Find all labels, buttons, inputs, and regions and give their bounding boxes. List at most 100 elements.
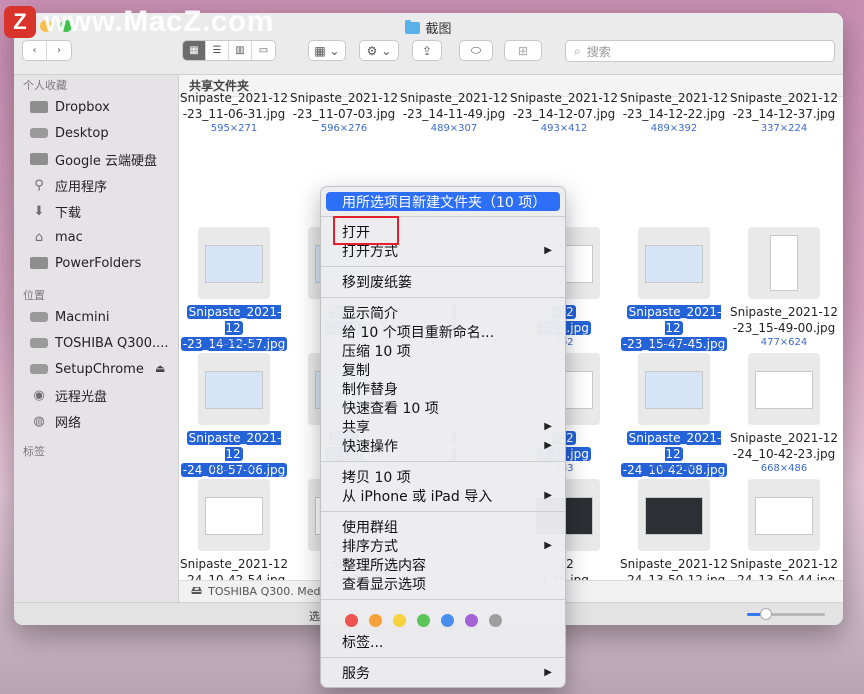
group-button[interactable]: ▦ ⌄ bbox=[308, 40, 346, 61]
file-dimensions: 493×412 bbox=[540, 123, 588, 134]
gallery-view-icon[interactable]: ▭ bbox=[252, 41, 275, 60]
file-dimensions: 668×486 bbox=[760, 463, 808, 474]
sidebar-item-mac[interactable]: ⌂ mac bbox=[30, 225, 83, 249]
sidebar-item-setupchrome[interactable]: SetupChrome bbox=[30, 357, 144, 381]
sidebar-item-google-drive[interactable]: Google 云端硬盘 bbox=[30, 147, 157, 171]
sidebar-item-downloads[interactable]: ⬇ 下载 bbox=[30, 199, 81, 223]
menu-sort-by[interactable]: 排序方式 ▶ bbox=[326, 536, 560, 555]
menu-use-groups[interactable]: 使用群组 bbox=[326, 517, 560, 536]
search-field[interactable]: ⌕ 搜索 bbox=[565, 40, 835, 62]
icon-view-icon[interactable]: ▦ bbox=[183, 41, 206, 60]
file-dimensions: 489×307 bbox=[430, 123, 478, 134]
tag-color-dot[interactable] bbox=[369, 614, 382, 627]
menu-move-to-trash[interactable]: 移到废纸篓 bbox=[326, 272, 560, 291]
share-button[interactable]: ⇪ bbox=[412, 40, 442, 61]
search-icon: ⌕ bbox=[574, 43, 581, 58]
file-name: Snipaste_2021-12 -23_15-49-00.jpg bbox=[729, 305, 838, 335]
file-name: Snipaste_2021-12 -23_14-11-49.jpg bbox=[399, 91, 508, 121]
menu-import-from-iphone[interactable]: 从 iPhone 或 iPad 导入 ▶ bbox=[326, 486, 560, 505]
path-text[interactable]: TOSHIBA Q300. Medi bbox=[208, 585, 323, 598]
menu-make-alias[interactable]: 制作替身 bbox=[326, 379, 560, 398]
file-dimensions: 357×371 bbox=[650, 337, 698, 348]
folder-icon bbox=[30, 257, 48, 269]
tag-color-dot[interactable] bbox=[393, 614, 406, 627]
computer-icon bbox=[30, 312, 48, 322]
file-thumbnail[interactable] bbox=[748, 227, 820, 299]
sidebar-item-remote-disc[interactable]: ◉ 远程光盘 bbox=[30, 383, 107, 407]
watermark-logo: Z bbox=[4, 6, 36, 38]
file-thumbnail[interactable] bbox=[748, 479, 820, 551]
gear-icon: ⚙ ⌄ bbox=[366, 43, 392, 58]
tag-color-dot[interactable] bbox=[465, 614, 478, 627]
sidebar-item-desktop[interactable]: Desktop bbox=[30, 121, 109, 145]
sidebar-item-dropbox[interactable]: Dropbox bbox=[30, 95, 110, 119]
download-icon: ⬇ bbox=[33, 203, 45, 219]
menu-share[interactable]: 共享 ▶ bbox=[326, 417, 560, 436]
sidebar-item-macmini[interactable]: Macmini bbox=[30, 305, 109, 329]
file-thumbnail[interactable] bbox=[198, 353, 270, 425]
menu-duplicate[interactable]: 复制 bbox=[326, 360, 560, 379]
file-name: Snipaste_2021-12 -23_11-06-31.jpg bbox=[179, 91, 288, 121]
menu-new-folder-with-selection[interactable]: 用所选项目新建文件夹（10 项） bbox=[326, 192, 560, 211]
folder-icon bbox=[30, 153, 48, 165]
menu-clean-up-selection[interactable]: 整理所选内容 bbox=[326, 555, 560, 574]
file-dimensions: 337×224 bbox=[760, 123, 808, 134]
file-thumbnail[interactable] bbox=[748, 353, 820, 425]
submenu-arrow-icon: ▶ bbox=[544, 490, 552, 501]
sidebar-item-network[interactable]: ◍ 网络 bbox=[30, 409, 81, 433]
menu-rename[interactable]: 给 10 个项目重新命名... bbox=[326, 322, 560, 341]
applications-icon: ⚲ bbox=[34, 177, 44, 193]
back-button[interactable]: ‹ bbox=[23, 41, 48, 60]
watermark-text: www.MacZ.com bbox=[44, 5, 274, 38]
group-icon: ▦ ⌄ bbox=[314, 43, 340, 58]
drive-icon: 🖴 bbox=[191, 584, 203, 597]
file-dimensions: 613×336 bbox=[210, 463, 258, 474]
tag-color-dot[interactable] bbox=[417, 614, 430, 627]
submenu-arrow-icon: ▶ bbox=[544, 667, 552, 678]
share-icon: ⇪ bbox=[421, 43, 433, 58]
menu-show-view-options[interactable]: 查看显示选项 bbox=[326, 574, 560, 593]
tag-color-dot[interactable] bbox=[489, 614, 502, 627]
file-name: Snipaste_2021-12 -23_11-07-03.jpg bbox=[289, 91, 398, 121]
file-thumbnail[interactable] bbox=[638, 353, 710, 425]
submenu-arrow-icon: ▶ bbox=[544, 440, 552, 451]
action-button[interactable]: ⚙ ⌄ bbox=[359, 40, 399, 61]
view-mode-control: ▦ ☰ ▥ ▭ bbox=[182, 40, 276, 61]
menu-compress[interactable]: 压缩 10 项 bbox=[326, 341, 560, 360]
file-thumbnail[interactable] bbox=[198, 479, 270, 551]
submenu-arrow-icon: ▶ bbox=[544, 540, 552, 551]
tag-color-dot[interactable] bbox=[441, 614, 454, 627]
new-folder-button[interactable]: ⊞ bbox=[504, 40, 542, 61]
locations-header: 位置 bbox=[23, 289, 45, 302]
disc-icon: ◉ bbox=[33, 387, 45, 403]
file-dimensions: 668×598 bbox=[650, 463, 698, 474]
menu-quick-look[interactable]: 快速查看 10 项 bbox=[326, 398, 560, 417]
sidebar-item-toshiba[interactable]: TOSHIBA Q300.... bbox=[30, 331, 169, 355]
status-text: 选 bbox=[309, 610, 320, 623]
sidebar-item-applications[interactable]: ⚲ 应用程序 bbox=[30, 173, 107, 197]
sidebar-item-powerfolders[interactable]: PowerFolders bbox=[30, 251, 141, 275]
file-thumbnail[interactable] bbox=[638, 227, 710, 299]
context-menu: 用所选项目新建文件夹（10 项） 打开 打开方式 ▶ 移到废纸篓 显示简介 给 1… bbox=[320, 186, 566, 688]
file-thumbnail[interactable] bbox=[198, 227, 270, 299]
slider-knob[interactable] bbox=[760, 608, 772, 620]
menu-services[interactable]: 服务 ▶ bbox=[326, 663, 560, 682]
home-icon: ⌂ bbox=[34, 229, 44, 245]
list-view-icon[interactable]: ☰ bbox=[206, 41, 229, 60]
forward-button[interactable]: › bbox=[47, 41, 71, 60]
file-thumbnail[interactable] bbox=[638, 479, 710, 551]
icon-size-slider[interactable] bbox=[747, 608, 825, 620]
annotation-highlight-box bbox=[333, 216, 399, 245]
column-view-icon[interactable]: ▥ bbox=[229, 41, 252, 60]
tags-button[interactable]: ⬭ bbox=[459, 40, 493, 61]
tag-color-dot[interactable] bbox=[345, 614, 358, 627]
submenu-arrow-icon: ▶ bbox=[544, 421, 552, 432]
menu-copy[interactable]: 拷贝 10 项 bbox=[326, 467, 560, 486]
menu-get-info[interactable]: 显示简介 bbox=[326, 303, 560, 322]
eject-icon[interactable]: ⏏ bbox=[155, 362, 165, 375]
watermark: Z www.MacZ.com bbox=[4, 5, 274, 39]
menu-tags[interactable]: 标签... bbox=[326, 632, 560, 651]
desktop-icon bbox=[30, 128, 48, 138]
menu-quick-actions[interactable]: 快速操作 ▶ bbox=[326, 436, 560, 455]
tags-header: 标签 bbox=[23, 445, 45, 458]
